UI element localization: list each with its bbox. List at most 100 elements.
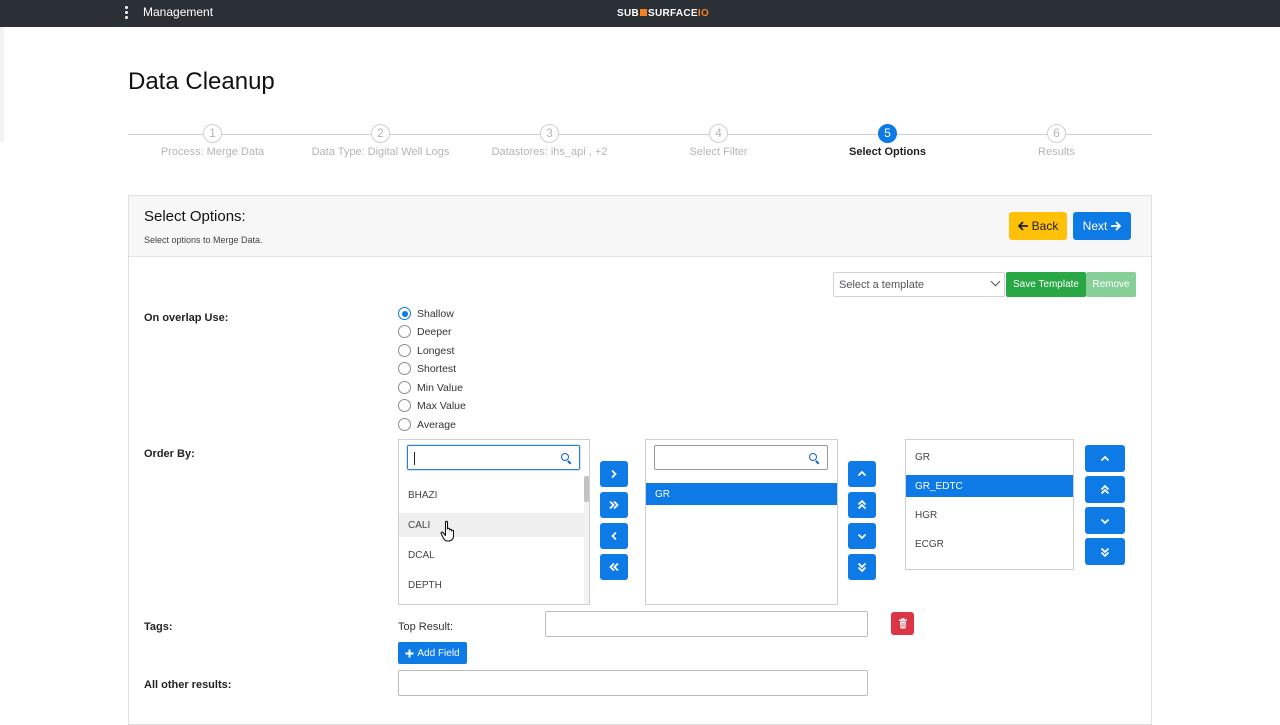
move-down-button[interactable] bbox=[848, 523, 876, 549]
radio-average[interactable]: Average bbox=[398, 417, 456, 432]
step-label: Process: Merge Data bbox=[160, 146, 265, 158]
logo-text-sub: SUB bbox=[617, 8, 640, 19]
top-result-label: Top Result: bbox=[398, 621, 454, 633]
all-other-results-input[interactable] bbox=[398, 670, 868, 696]
move-up-button[interactable] bbox=[848, 461, 876, 487]
order-by-label: Order By: bbox=[144, 448, 195, 460]
text-caret bbox=[414, 452, 415, 465]
template-select[interactable]: Select a template bbox=[833, 272, 1005, 297]
radio-min-value[interactable]: Min Value bbox=[398, 380, 463, 395]
radio-label: Max Value bbox=[417, 399, 466, 412]
step-5[interactable]: 5 Select Options bbox=[803, 124, 972, 158]
list-item[interactable]: CALI bbox=[399, 513, 585, 537]
list-item[interactable]: ECGR bbox=[906, 533, 1073, 555]
top-result-input[interactable] bbox=[545, 611, 868, 637]
order-move-up-button[interactable] bbox=[1085, 445, 1125, 472]
wizard-stepper: 1 Process: Merge Data 2 Data Type: Digit… bbox=[128, 124, 1152, 164]
chevron-up-icon bbox=[857, 470, 867, 477]
radio-label: Deeper bbox=[417, 325, 452, 338]
move-bottom-button[interactable] bbox=[848, 554, 876, 580]
remove-template-button[interactable]: Remove bbox=[1086, 272, 1136, 297]
page-title: Data Cleanup bbox=[128, 68, 275, 95]
back-button[interactable]: Back bbox=[1009, 212, 1067, 240]
scrollbar-thumb[interactable] bbox=[584, 476, 589, 502]
list-item[interactable]: GR_EDTC bbox=[906, 475, 1073, 497]
add-field-button[interactable]: Add Field bbox=[398, 642, 467, 664]
list-item[interactable]: BHAZI bbox=[399, 483, 585, 507]
step-label: Results bbox=[1038, 146, 1075, 158]
logo-text-surface: SURFACE bbox=[648, 8, 698, 19]
add-field-label: Add Field bbox=[417, 647, 460, 659]
move-right-button[interactable] bbox=[600, 461, 628, 487]
arrow-right-icon bbox=[1111, 221, 1122, 231]
move-left-button[interactable] bbox=[600, 523, 628, 549]
step-label: Data Type: Digital Well Logs bbox=[311, 146, 450, 158]
chevron-left-icon bbox=[611, 531, 617, 541]
chevron-down-icon bbox=[990, 276, 1001, 287]
selected-fields-list: GR bbox=[645, 439, 838, 605]
delete-tag-button[interactable] bbox=[891, 612, 914, 635]
arrow-left-icon bbox=[1017, 221, 1028, 231]
order-move-top-button[interactable] bbox=[1085, 476, 1125, 503]
tags-label: Tags: bbox=[144, 621, 173, 633]
left-edge-strip bbox=[0, 27, 4, 142]
radio-circle[interactable] bbox=[398, 418, 411, 431]
back-label: Back bbox=[1031, 219, 1059, 233]
step-number: 5 bbox=[878, 124, 897, 143]
move-all-right-button[interactable] bbox=[600, 492, 628, 518]
radio-shallow[interactable]: Shallow bbox=[398, 306, 454, 321]
radio-shortest[interactable]: Shortest bbox=[398, 361, 456, 376]
step-label: Select Options bbox=[848, 146, 927, 158]
list-item[interactable]: DCAL bbox=[399, 543, 585, 567]
next-button[interactable]: Next bbox=[1073, 212, 1131, 240]
list-item[interactable]: DEPTH bbox=[399, 573, 585, 597]
radio-max-value[interactable]: Max Value bbox=[398, 398, 466, 413]
next-label: Next bbox=[1082, 219, 1108, 233]
logo-square-icon bbox=[640, 9, 648, 16]
available-search-input[interactable] bbox=[407, 445, 580, 470]
chevron-up-icon bbox=[1100, 455, 1110, 461]
menu-label-management[interactable]: Management bbox=[143, 5, 213, 19]
radio-circle[interactable] bbox=[398, 362, 411, 375]
double-chevron-down-icon bbox=[1100, 547, 1110, 557]
kebab-menu-icon[interactable] bbox=[118, 4, 134, 22]
list-item[interactable]: HGR bbox=[906, 504, 1073, 526]
radio-circle[interactable] bbox=[398, 325, 411, 338]
radio-label: Average bbox=[417, 418, 456, 431]
trash-icon bbox=[898, 618, 907, 629]
step-number: 4 bbox=[709, 124, 728, 143]
radio-circle[interactable] bbox=[398, 307, 411, 320]
double-chevron-down-icon bbox=[857, 562, 867, 573]
step-number: 3 bbox=[540, 124, 559, 143]
radio-circle[interactable] bbox=[398, 381, 411, 394]
list-item[interactable]: GR bbox=[906, 446, 1073, 468]
step-6[interactable]: 6 Results bbox=[972, 124, 1141, 158]
available-list-scrollbar[interactable] bbox=[584, 476, 589, 604]
search-icon bbox=[561, 453, 572, 465]
move-all-left-button[interactable] bbox=[600, 554, 628, 580]
chevron-down-icon bbox=[1100, 518, 1110, 524]
order-move-down-button[interactable] bbox=[1085, 507, 1125, 534]
radio-circle[interactable] bbox=[398, 344, 411, 357]
step-label: Select Filter bbox=[689, 146, 748, 158]
radio-deeper[interactable]: Deeper bbox=[398, 324, 451, 339]
available-fields-list: BHAZI CALI DCAL DEPTH bbox=[398, 439, 590, 605]
radio-longest[interactable]: Longest bbox=[398, 343, 454, 358]
list-item[interactable]: GR bbox=[646, 483, 837, 505]
save-template-button[interactable]: Save Template bbox=[1006, 272, 1086, 297]
radio-label: Longest bbox=[417, 344, 455, 357]
search-icon bbox=[809, 453, 820, 465]
plus-icon bbox=[405, 649, 414, 657]
order-move-bottom-button[interactable] bbox=[1085, 538, 1125, 565]
chevron-down-icon bbox=[857, 533, 867, 540]
step-4[interactable]: 4 Select Filter bbox=[634, 124, 803, 158]
card-header: Select Options: Select options to Merge … bbox=[129, 196, 1151, 257]
radio-circle[interactable] bbox=[398, 399, 411, 412]
radio-label: Min Value bbox=[417, 381, 463, 394]
move-top-button[interactable] bbox=[848, 492, 876, 518]
selected-search-input[interactable] bbox=[654, 445, 828, 470]
step-3[interactable]: 3 Datastores: ihs_api , +2 bbox=[465, 124, 634, 158]
card-subtitle: Select options to Merge Data. bbox=[144, 235, 263, 245]
step-1[interactable]: 1 Process: Merge Data bbox=[128, 124, 297, 158]
step-2[interactable]: 2 Data Type: Digital Well Logs bbox=[296, 124, 465, 158]
